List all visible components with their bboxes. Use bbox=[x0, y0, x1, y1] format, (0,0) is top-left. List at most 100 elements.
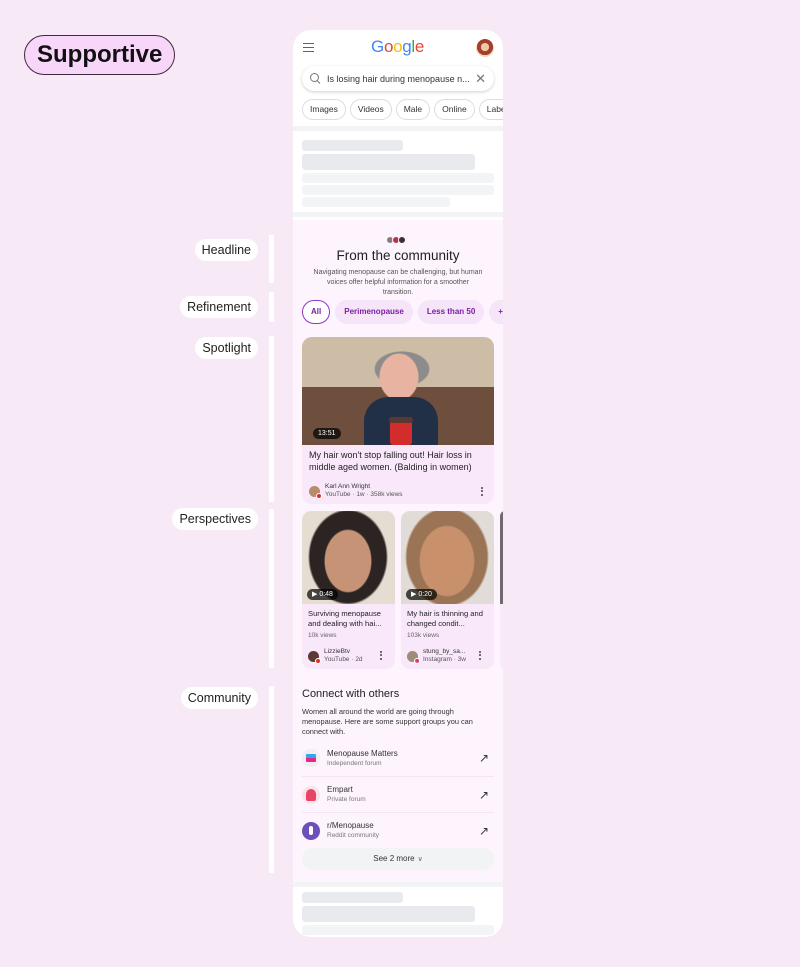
placeholder-line bbox=[302, 154, 475, 170]
phone-screen: Google Is losing hair during menopause n… bbox=[293, 30, 503, 937]
see-more-button[interactable]: See 2 more ∨ bbox=[302, 848, 494, 870]
group-name: r/Menopause bbox=[327, 821, 374, 830]
video-duration: 13:51 bbox=[313, 428, 341, 439]
youtube-icon bbox=[315, 657, 321, 664]
placeholder-line bbox=[302, 140, 403, 151]
group-item-empart[interactable]: Empart Private forum ↗ bbox=[302, 776, 494, 812]
reddit-community-icon bbox=[302, 821, 320, 840]
chip-online[interactable]: Online bbox=[434, 99, 475, 120]
group-item-menopause-matters[interactable]: Menopause Matters Independent forum ↗ bbox=[302, 740, 494, 776]
group-type: Reddit community bbox=[327, 832, 380, 839]
video-title[interactable]: Surviving menopause and dealing with hai… bbox=[308, 609, 392, 629]
logo-letter: e bbox=[414, 37, 425, 56]
top-bar: Google bbox=[293, 30, 503, 65]
search-icon bbox=[310, 72, 322, 85]
chip-images[interactable]: Images bbox=[302, 99, 346, 120]
video-meta: YouTube · 1w · 358k views bbox=[325, 491, 403, 498]
instagram-icon bbox=[414, 657, 420, 664]
search-bar[interactable]: Is losing hair during menopause n... ✕ bbox=[302, 66, 494, 91]
creator-name: Karl Ann Wright bbox=[325, 483, 371, 490]
perspective-card[interactable]: ▶ 0:20 My hair is thinning and changed c… bbox=[401, 511, 494, 669]
logo-letter: o bbox=[383, 37, 394, 56]
group-item-r-menopause[interactable]: r/Menopause Reddit community ↗ bbox=[302, 812, 494, 848]
section-divider bbox=[293, 126, 503, 131]
filter-chips: Images Videos Male Online Label bbox=[302, 99, 503, 120]
see-more-label: See 2 more bbox=[373, 854, 415, 863]
placeholder-line bbox=[302, 173, 494, 183]
chip-male[interactable]: Male bbox=[395, 99, 431, 120]
video-thumbnail[interactable]: 13:51 bbox=[302, 337, 494, 445]
page-label: Supportive bbox=[24, 35, 176, 75]
view-count: 103k views bbox=[407, 632, 440, 639]
video-title[interactable]: My hair is thinning and changed condit..… bbox=[407, 609, 491, 629]
more-options-icon[interactable] bbox=[479, 651, 482, 660]
annotation-headline: Headline bbox=[194, 239, 258, 261]
module-subhead: Navigating menopause can be challenging,… bbox=[313, 269, 483, 296]
external-link-arrow-icon[interactable]: ↗ bbox=[479, 788, 489, 802]
group-type: Independent forum bbox=[327, 759, 382, 767]
placeholder-line bbox=[302, 185, 494, 195]
annotation-bar-headline bbox=[269, 235, 274, 283]
placeholder-line bbox=[302, 906, 475, 922]
video-thumbnail[interactable]: ▶ 0:48 bbox=[302, 511, 395, 604]
creator-info: stung_by_sa... Instagram · 3w bbox=[407, 648, 466, 664]
logo-letter: o bbox=[393, 37, 403, 56]
google-logo[interactable]: Google bbox=[371, 37, 424, 57]
external-link-arrow-icon[interactable]: ↗ bbox=[479, 751, 489, 765]
search-input[interactable]: Is losing hair during menopause n... bbox=[327, 74, 475, 84]
refine-chip-50-plus[interactable]: +50 y bbox=[489, 300, 503, 324]
section-divider bbox=[293, 882, 503, 887]
empart-logo-icon bbox=[302, 785, 320, 804]
refinement-chips: All Perimenopause Less than 50 +50 y bbox=[302, 300, 503, 324]
video-title[interactable]: My hair won't stop falling out! Hair los… bbox=[309, 450, 489, 473]
creator-name: LizzieBtv bbox=[324, 648, 351, 655]
annotation-bar-perspectives bbox=[269, 509, 274, 668]
placeholder-line bbox=[302, 892, 403, 903]
annotation-bar-spotlight bbox=[269, 336, 274, 502]
spotlight-video-card[interactable]: 13:51 My hair won't stop falling out! Ha… bbox=[302, 337, 494, 504]
connect-title: Connect with others bbox=[302, 688, 400, 700]
creator-name: stung_by_sa... bbox=[423, 648, 466, 655]
annotation-bar-refinement bbox=[269, 292, 274, 322]
group-type: Private forum bbox=[327, 796, 366, 803]
group-name: Menopause Matters bbox=[327, 748, 398, 758]
video-duration: ▶ 0:48 bbox=[307, 589, 338, 600]
refine-chip-all[interactable]: All bbox=[302, 300, 331, 324]
annotation-spotlight: Spotlight bbox=[195, 337, 258, 359]
menopause-matters-logo-icon bbox=[302, 749, 320, 767]
hamburger-menu-icon[interactable] bbox=[303, 43, 314, 52]
creator-avatar bbox=[309, 485, 322, 499]
close-icon[interactable]: ✕ bbox=[475, 72, 486, 85]
annotation-bar-community bbox=[269, 686, 274, 873]
perspective-card-partial[interactable] bbox=[500, 511, 503, 669]
from-the-community-module: From the community Navigating menopause … bbox=[293, 220, 503, 882]
community-faces-icon bbox=[386, 236, 406, 244]
youtube-icon bbox=[316, 492, 322, 499]
chip-videos[interactable]: Videos bbox=[349, 99, 392, 120]
refine-chip-less-than-50[interactable]: Less than 50 bbox=[417, 300, 485, 324]
logo-letter: G bbox=[371, 37, 384, 56]
more-options-icon[interactable] bbox=[481, 487, 484, 496]
perspective-card[interactable]: ▶ 0:48 Surviving menopause and dealing w… bbox=[302, 511, 395, 669]
refine-chip-perimenopause[interactable]: Perimenopause bbox=[335, 300, 413, 324]
chip-label[interactable]: Label bbox=[478, 99, 503, 120]
annotation-community: Community bbox=[180, 687, 258, 709]
more-options-icon[interactable] bbox=[380, 651, 383, 660]
group-name: Empart bbox=[327, 785, 353, 794]
creator-avatar bbox=[308, 650, 321, 664]
video-thumbnail[interactable]: ▶ 0:20 bbox=[401, 511, 494, 604]
placeholder-line bbox=[302, 925, 494, 935]
chevron-down-icon: ∨ bbox=[417, 856, 423, 863]
user-avatar[interactable] bbox=[476, 39, 494, 57]
section-divider bbox=[293, 212, 503, 217]
annotation-perspectives: Perspectives bbox=[172, 508, 258, 530]
external-link-arrow-icon[interactable]: ↗ bbox=[479, 824, 489, 838]
creator-info: LizzieBtv YouTube · 2d bbox=[308, 648, 363, 664]
placeholder-line bbox=[302, 197, 450, 207]
creator-info: Karl Ann Wright YouTube · 1w · 358k view… bbox=[309, 483, 403, 499]
module-headline: From the community bbox=[336, 248, 460, 263]
creator-avatar bbox=[407, 650, 420, 664]
video-meta: YouTube · 2d bbox=[324, 656, 363, 663]
annotation-refinement: Refinement bbox=[180, 296, 258, 318]
view-count: 10k views bbox=[308, 632, 337, 639]
